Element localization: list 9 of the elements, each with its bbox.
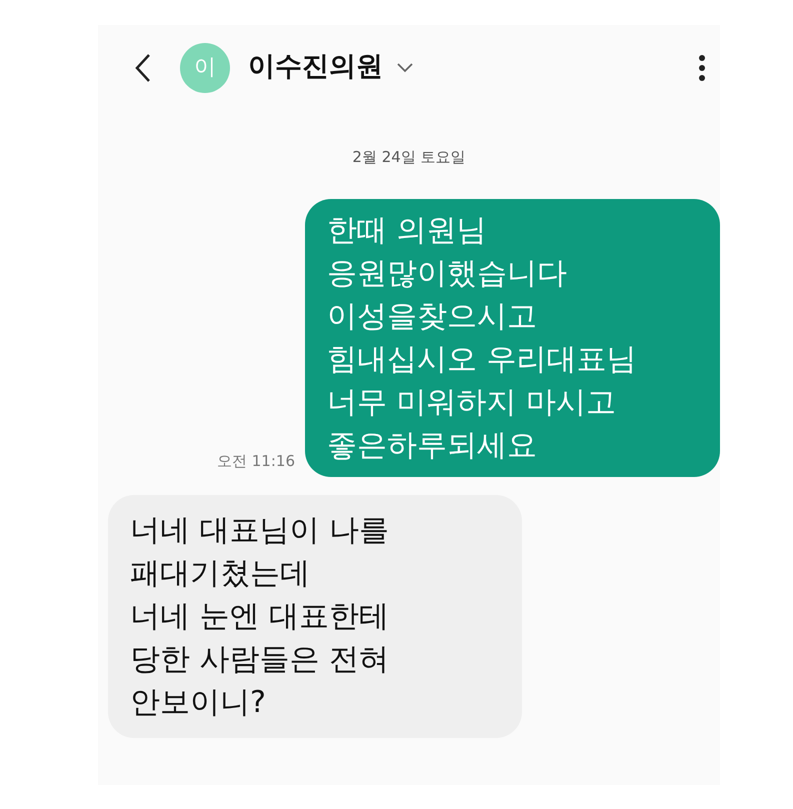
chevron-down-icon[interactable] xyxy=(397,62,413,72)
received-message-bubble: 너네 대표님이 나를 패대기쳤는데 너네 눈엔 대표한테 당한 사람들은 전혀 안보이니? xyxy=(108,494,522,738)
back-icon xyxy=(135,52,151,82)
more-options-icon[interactable] xyxy=(698,54,706,82)
date-divider: 2월 24일 토요일 xyxy=(352,147,466,168)
contact-avatar: 이 xyxy=(180,42,230,92)
sent-message-bubble: 한때 의원님 응원많이했습니다 이성을찾으시고 힘내십시오 우리대표님 너무 미워하지 마시고 좋은하루되세요 xyxy=(305,198,720,476)
message-time: 오전 11:16 xyxy=(217,451,295,472)
contact-name[interactable]: 이수진의원 xyxy=(248,47,383,88)
